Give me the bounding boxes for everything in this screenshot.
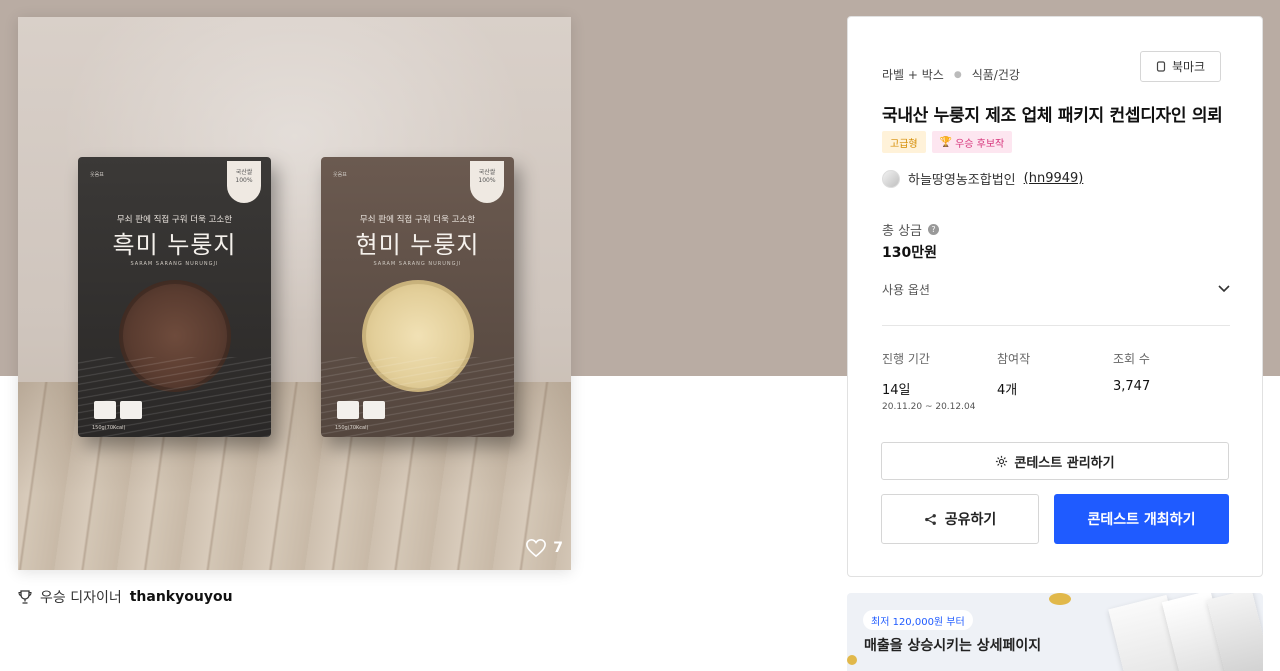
package-weight: 150g(70Kcal) (335, 425, 369, 431)
premium-tag: 고급형 (882, 131, 926, 153)
package-name: 현미 누룽지 (355, 231, 480, 259)
prize-label-text: 총 상금 (882, 224, 923, 239)
package-subtitle: SARAM SARANG NURUNGJI (130, 261, 219, 267)
contest-tags: 고급형 🏆 우승 후보작 (882, 131, 1013, 153)
period-dates: 20.11.20 ~ 20.12.04 (882, 402, 976, 412)
manage-contest-label: 콘테스트 관리하기 (1014, 455, 1115, 471)
haccp-mark-icon (337, 401, 359, 419)
certification-mark-icon (120, 401, 142, 419)
period-label: 진행 기간 (882, 352, 930, 366)
contest-info-card: 라벨 + 박스 ● 식품/건강 북마크 국내산 누룽지 제조 업체 패키지 컨셉… (847, 16, 1263, 577)
package-brand: 웃음표 (333, 172, 347, 178)
designer-name[interactable]: thankyouyou (130, 589, 233, 605)
host-id-link[interactable]: (hn9949) (1024, 171, 1084, 186)
price-pill: 최저 120,000원 부터 (863, 610, 973, 630)
breadcrumb: 라벨 + 박스 ● 식품/건강 (882, 66, 1020, 83)
package-weight: 150g(70Kcal) (92, 425, 126, 431)
package-subtitle: SARAM SARANG NURUNGJI (373, 261, 462, 267)
period-value: 14일 (882, 383, 911, 398)
host-contest-button[interactable]: 콘테스트 개최하기 (1054, 494, 1229, 544)
stat-participants: 참여작 4개 (997, 350, 1030, 398)
views-label: 조회 수 (1113, 352, 1150, 366)
product-image[interactable]: 웃음표 국산쌀 100% 무쇠 판에 직접 구워 더욱 고소한 흑미 누룽지 S… (18, 17, 571, 570)
coin-decoration (847, 655, 857, 665)
prize-label: 총 상금 ? (882, 220, 940, 239)
chevron-down-icon (1218, 285, 1230, 293)
stat-period: 진행 기간 14일 20.11.20 ~ 20.12.04 (882, 350, 975, 412)
like-count: 7 (553, 540, 563, 556)
winner-candidate-tag: 🏆 우승 후보작 (931, 131, 1013, 153)
divider (882, 325, 1230, 326)
trophy-icon (18, 590, 32, 604)
promo-banner[interactable]: 최저 120,000원 부터 매출을 상승시키는 상세페이지 (847, 593, 1263, 671)
share-icon (924, 513, 936, 525)
contest-title: 국내산 누룽지 제조 업체 패키지 컨셉디자인 의뢰 (882, 106, 1223, 126)
package-black-rice: 웃음표 국산쌀 100% 무쇠 판에 직접 구워 더욱 고소한 흑미 누룽지 S… (78, 157, 271, 437)
like-button[interactable]: 7 (525, 538, 563, 558)
designer-prefix: 우승 디자이너 (40, 590, 122, 606)
breadcrumb-separator: ● (953, 69, 962, 80)
views-value: 3,747 (1113, 379, 1151, 394)
banner-headline: 매출을 상승시키는 상세페이지 (864, 638, 1042, 654)
winning-designer: 우승 디자이너 thankyouyou (18, 587, 233, 607)
share-label: 공유하기 (944, 512, 997, 528)
bookmark-icon (1156, 61, 1166, 72)
certification-mark-icon (363, 401, 385, 419)
haccp-mark-icon (94, 401, 116, 419)
help-icon[interactable]: ? (928, 224, 940, 235)
prize-value: 130만원 (882, 245, 937, 261)
stat-views: 조회 수 3,747 (1113, 350, 1150, 394)
participants-label: 참여작 (997, 352, 1031, 366)
package-tagline: 무쇠 판에 직접 구워 더욱 고소한 (116, 215, 233, 225)
gear-icon (996, 455, 1008, 467)
coin-decoration (1049, 593, 1071, 605)
package-badge: 국산쌀 100% (470, 161, 504, 203)
manage-contest-button[interactable]: 콘테스트 관리하기 (881, 442, 1229, 480)
usage-options-label: 사용 옵션 (882, 282, 930, 297)
participants-value: 4개 (997, 383, 1018, 398)
host-name: 하늘땅영농조합법인 (908, 173, 1016, 188)
contest-host: 하늘땅영농조합법인 (hn9949) (882, 169, 1083, 188)
package-badge: 국산쌀 100% (227, 161, 261, 203)
package-brand: 웃음표 (90, 172, 104, 178)
usage-options-toggle[interactable]: 사용 옵션 (882, 279, 1230, 299)
breadcrumb-item-subcategory[interactable]: 식품/건강 (972, 66, 1020, 83)
bookmark-label: 북마크 (1171, 60, 1206, 74)
package-brown-rice: 웃음표 국산쌀 100% 무쇠 판에 직접 구워 더욱 고소한 현미 누룽지 S… (321, 157, 514, 437)
share-button[interactable]: 공유하기 (881, 494, 1039, 544)
heart-icon (526, 538, 547, 558)
package-tagline: 무쇠 판에 직접 구워 더욱 고소한 (359, 215, 476, 225)
trophy-icon: 🏆 (939, 136, 953, 148)
winner-candidate-label: 우승 후보작 (955, 138, 1005, 150)
host-avatar (882, 169, 900, 188)
bookmark-button[interactable]: 북마크 (1140, 51, 1221, 82)
package-name: 흑미 누룽지 (112, 231, 237, 259)
breadcrumb-item-category[interactable]: 라벨 + 박스 (882, 66, 944, 83)
